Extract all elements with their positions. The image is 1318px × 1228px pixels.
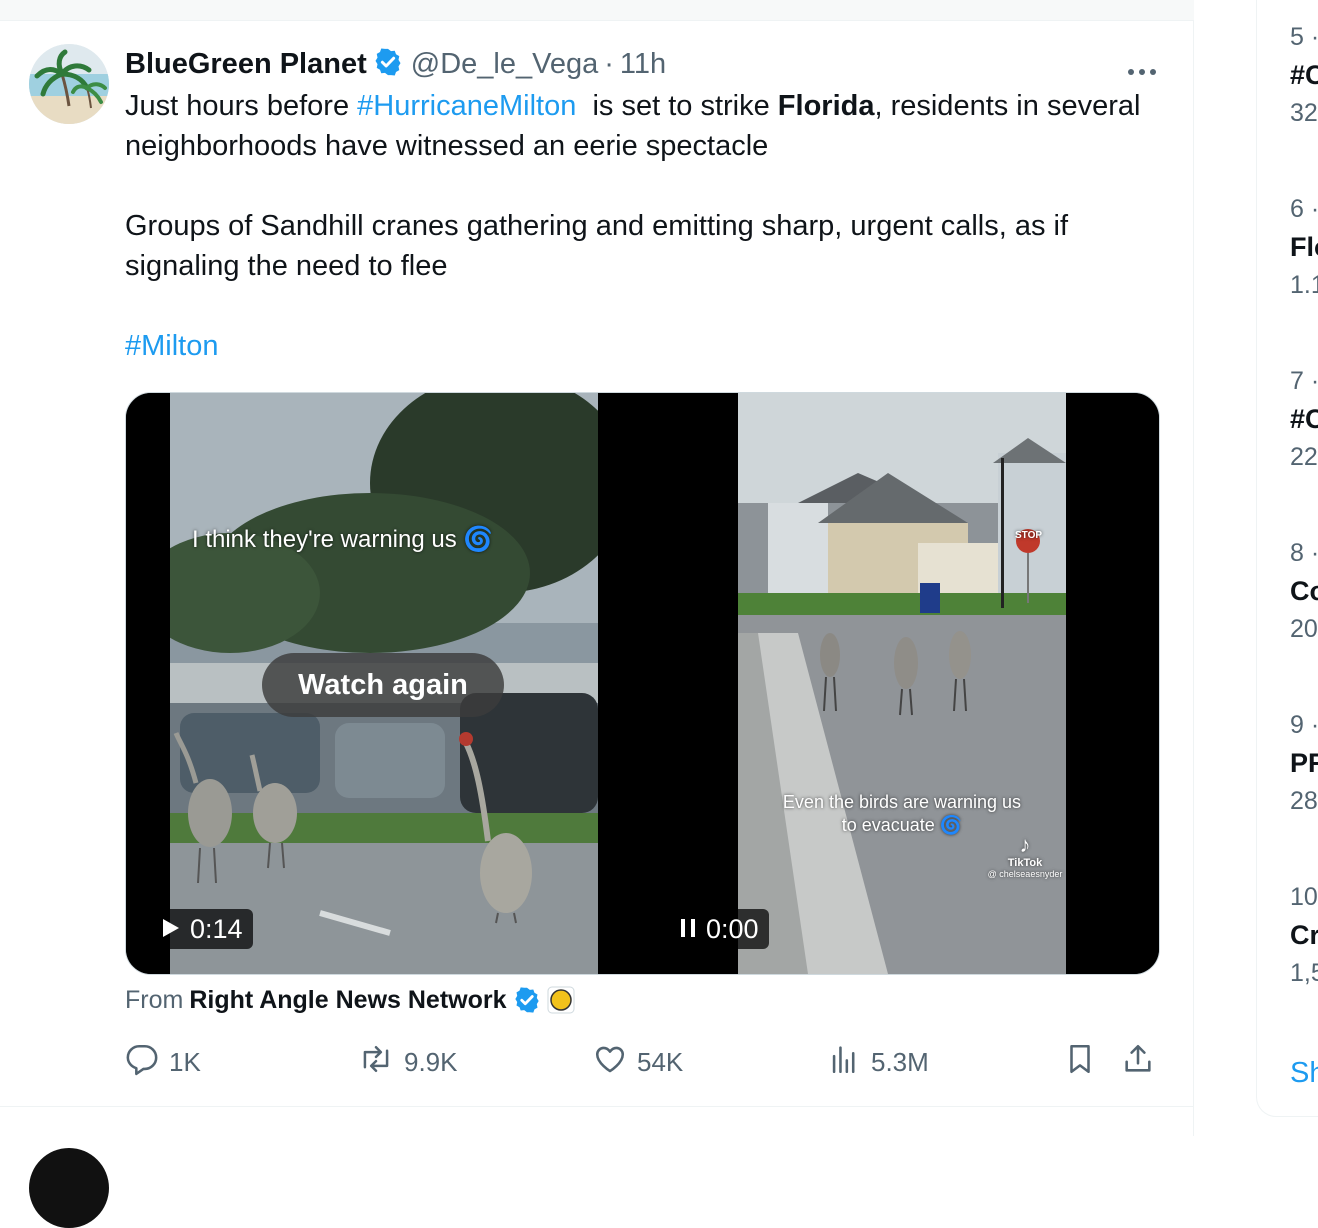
author-avatar[interactable] (29, 44, 109, 124)
author-name[interactable]: BlueGreen Planet (125, 48, 367, 81)
caption-text: to evacuate (841, 815, 935, 835)
text-bold: Florida (777, 90, 875, 122)
top-bar (0, 0, 1194, 21)
video-caption-left: I think they're warning us 🌀 (192, 525, 493, 554)
share-icon (1121, 1042, 1155, 1083)
caption-line: to evacuate 🌀 (645, 814, 1159, 837)
next-tweet-avatar[interactable] (29, 1148, 109, 1228)
video-frame-right (738, 393, 1066, 974)
more-options-icon[interactable] (1122, 60, 1162, 84)
play-duration-badge[interactable]: 0:14 (152, 909, 253, 949)
watch-again-button[interactable]: Watch again (262, 653, 504, 717)
video-player-right[interactable]: Even the birds are warning us to evacuat… (645, 393, 1159, 974)
trends-sidebar: 5 · #C 32 6 · Flo 1.14 7 · #C 22 8 · Co … (1256, 0, 1318, 1117)
trend-rank: 8 · (1290, 539, 1318, 567)
trend-item[interactable]: 6 · Flo 1.14 (1290, 192, 1318, 302)
trend-count: 22 (1290, 443, 1318, 471)
caption-text: Even the birds are warning us (782, 792, 1022, 812)
trend-rank: 7 · (1290, 367, 1318, 395)
text-segment: Just hours before (125, 90, 358, 122)
hashtag-link[interactable]: #Milton (125, 330, 219, 362)
pause-icon (680, 914, 696, 945)
tweet-header: BlueGreen Planet @De_le_Vega · 11h (125, 44, 666, 84)
hashtag-link[interactable]: #HurricaneMilton (357, 90, 576, 122)
trend-item[interactable]: 9 · PF 28 (1290, 708, 1318, 818)
trend-rank: 6 · (1290, 195, 1318, 223)
video-duration: 0:14 (190, 913, 243, 944)
reply-button[interactable]: 1K (125, 1040, 201, 1084)
view-count: 5.3M (871, 1046, 929, 1077)
cyclone-icon: 🌀 (939, 815, 963, 835)
trend-name: PF (1290, 748, 1318, 778)
reply-count: 1K (169, 1046, 201, 1077)
trend-item[interactable]: 8 · Co 20 (1290, 536, 1318, 646)
repost-count: 9.9K (404, 1046, 458, 1077)
tweet[interactable]: BlueGreen Planet @De_le_Vega · 11h Just … (0, 20, 1193, 1107)
trend-count: 28 (1290, 787, 1318, 815)
share-button[interactable] (1121, 1040, 1155, 1084)
tiktok-user: @ chelseaesnyder (987, 869, 1063, 879)
separator-dot: · (604, 47, 614, 80)
repost-button[interactable]: 9.9K (358, 1040, 458, 1084)
tweet-actions: 1K 9.9K 54K 5.3M (125, 1040, 1165, 1084)
media-grid: I think they're warning us 🌀 Watch again… (125, 392, 1160, 975)
video-caption-right: Even the birds are warning us to evacuat… (645, 791, 1159, 837)
text-segment: is set to strike (576, 90, 778, 122)
trend-rank: 10 (1290, 883, 1318, 911)
repost-icon (358, 1042, 394, 1083)
reply-icon (125, 1042, 159, 1083)
tweet-timestamp[interactable]: 11h (620, 48, 666, 81)
trend-count: 1,5 (1290, 959, 1318, 987)
trend-name: Cr (1290, 920, 1318, 950)
tiktok-label: TikTok (1007, 857, 1043, 869)
trend-count: 32 (1290, 99, 1318, 127)
heart-icon (593, 1042, 627, 1083)
tweet-text: Just hours before #HurricaneMilton is se… (125, 86, 1165, 366)
trend-name: Flo (1290, 232, 1318, 262)
tweet-paragraph: Groups of Sandhill cranes gathering and … (125, 210, 1069, 282)
verified-badge-icon (513, 986, 541, 1014)
pause-time-badge[interactable]: 0:00 (670, 909, 769, 949)
from-label: From (125, 985, 184, 1014)
video-player-left[interactable]: I think they're warning us 🌀 Watch again… (126, 393, 641, 974)
timeline: BlueGreen Planet @De_le_Vega · 11h Just … (0, 20, 1194, 1228)
trend-count: 20 (1290, 615, 1318, 643)
like-button[interactable]: 54K (593, 1040, 683, 1084)
trend-count: 1.14 (1290, 271, 1318, 299)
source-account-link[interactable]: Right Angle News Network (189, 986, 506, 1015)
bookmark-button[interactable] (1063, 1040, 1097, 1084)
tiktok-watermark: ♪ TikTok @ chelseaesnyder (975, 832, 1075, 880)
trend-rank: 5 · (1290, 23, 1318, 51)
trend-name: #C (1290, 60, 1318, 90)
affiliate-badge-icon[interactable] (547, 986, 575, 1014)
caption-text: I think they're warning us (192, 526, 457, 553)
trend-name: Co (1290, 576, 1318, 606)
author-handle[interactable]: @De_le_Vega (411, 48, 598, 81)
trend-item[interactable]: 10 Cr 1,5 (1290, 880, 1318, 990)
tweet-paragraph: Just hours before #HurricaneMilton is se… (125, 86, 1165, 166)
trend-name: #C (1290, 404, 1318, 434)
media-source: From Right Angle News Network (125, 982, 575, 1018)
analytics-icon (827, 1042, 861, 1083)
stop-sign-label: STOP (1015, 530, 1043, 541)
trend-item[interactable]: 7 · #C 22 (1290, 364, 1318, 474)
trend-item[interactable]: 5 · #C 32 (1290, 20, 1318, 130)
video-current-time: 0:00 (706, 913, 759, 944)
show-more-link[interactable]: Sh (1290, 1057, 1318, 1090)
trend-rank: 9 · (1290, 711, 1318, 739)
play-icon (162, 914, 180, 945)
cyclone-icon: 🌀 (463, 526, 494, 553)
tiktok-icon: ♪ (1019, 832, 1031, 857)
verified-badge-icon (373, 47, 403, 82)
like-count: 54K (637, 1046, 684, 1077)
views-button[interactable]: 5.3M (827, 1040, 929, 1084)
tweet-paragraph: #Milton (125, 326, 1165, 366)
bookmark-icon (1063, 1042, 1097, 1083)
